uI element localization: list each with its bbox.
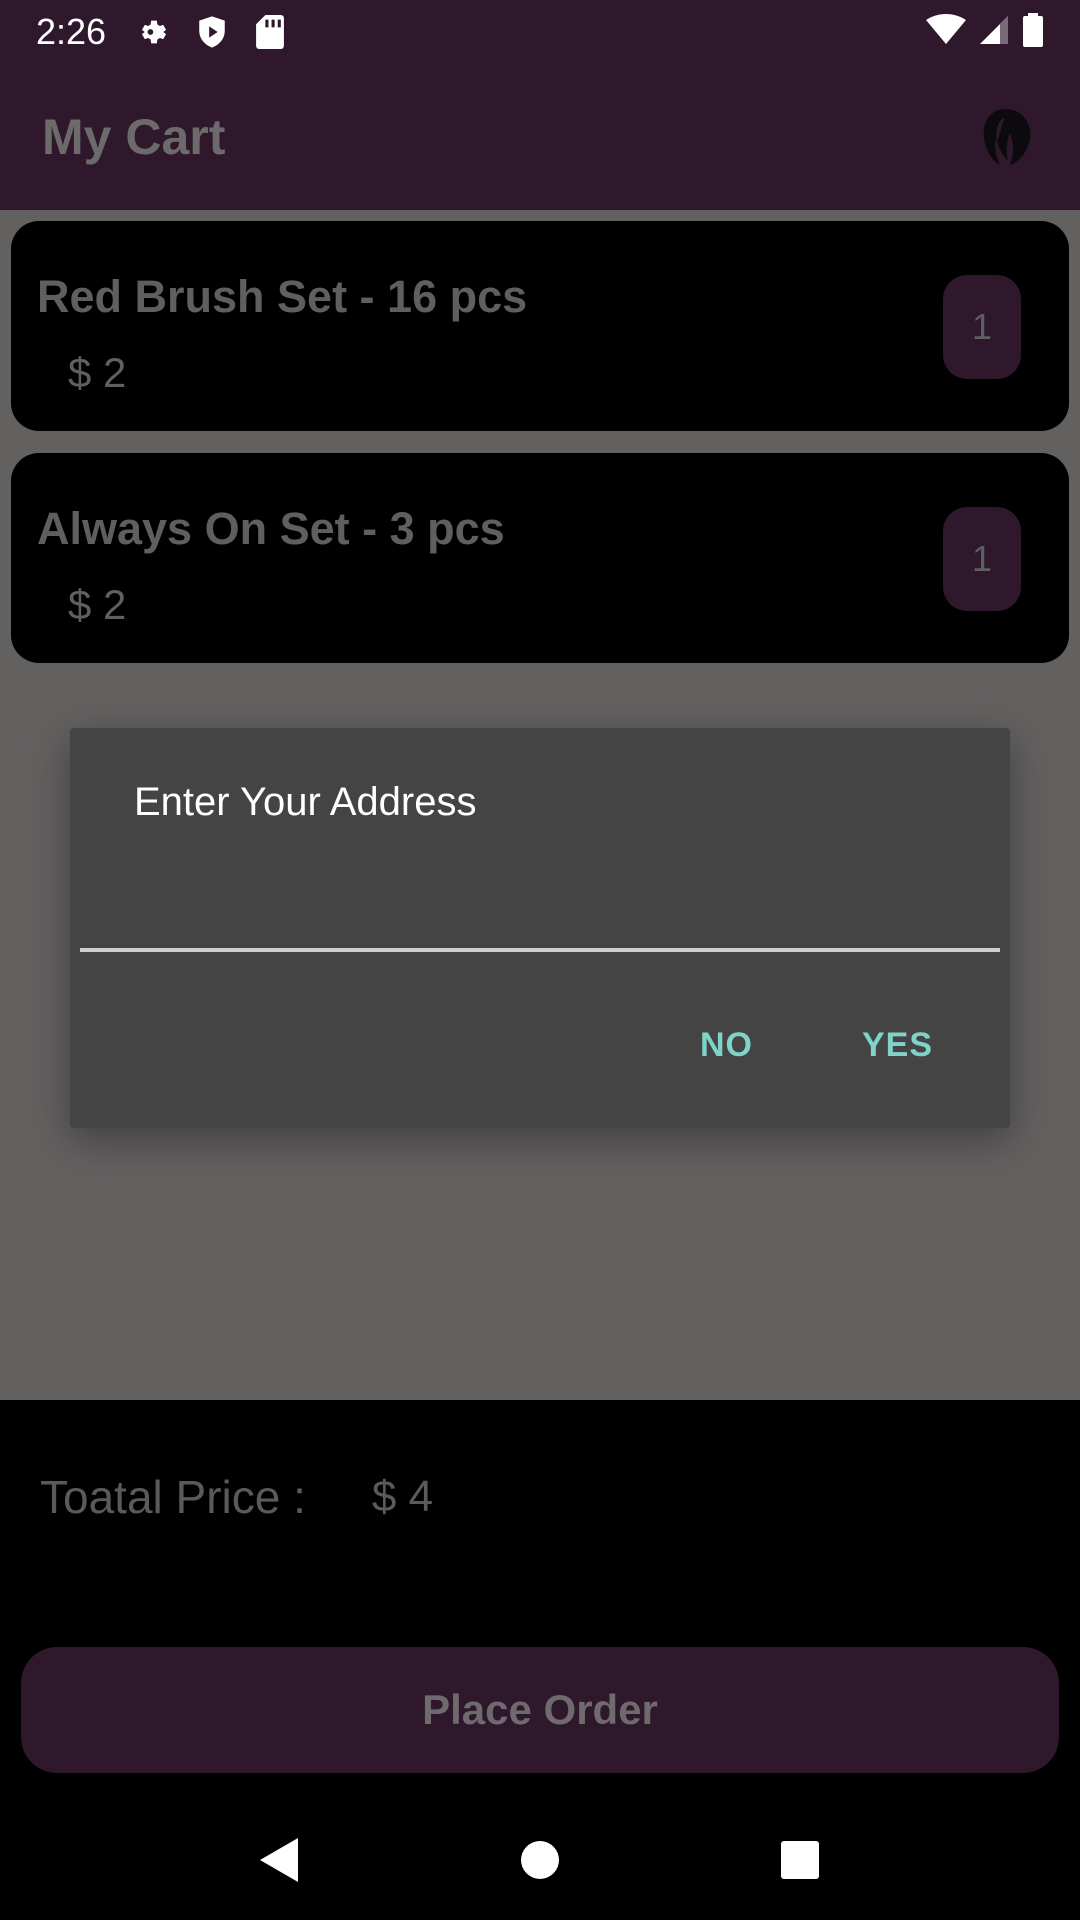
battery-icon (1022, 12, 1044, 52)
quantity-badge[interactable]: 1 (943, 275, 1021, 379)
navigation-bar (0, 1800, 1080, 1920)
item-name: Always On Set - 3 pcs (37, 503, 505, 554)
page-title: My Cart (42, 109, 226, 165)
total-price-row: Toatal Price : $ 4 (40, 1470, 433, 1524)
cart-item[interactable]: Always On Set - 3 pcs $ 2 1 (11, 453, 1069, 663)
yes-button[interactable]: YES (862, 1026, 933, 1065)
address-dialog: Enter Your Address NO YES (70, 728, 1010, 1128)
shield-icon (194, 14, 230, 50)
total-label: Toatal Price : (40, 1471, 306, 1523)
sd-card-icon (252, 14, 288, 50)
quantity-badge[interactable]: 1 (943, 507, 1021, 611)
home-icon[interactable] (510, 1830, 570, 1890)
app-bar: My Cart (0, 64, 1080, 210)
gear-icon (136, 14, 172, 50)
status-time: 2:26 (36, 11, 107, 52)
signal-icon (978, 14, 1010, 51)
cart-item[interactable]: Red Brush Set - 16 pcs $ 2 1 (11, 221, 1069, 431)
back-icon[interactable] (250, 1830, 310, 1890)
status-bar: 2:26 (0, 0, 1080, 64)
no-button[interactable]: NO (700, 1026, 753, 1065)
item-price: $ 2 (68, 349, 127, 396)
recents-icon[interactable] (770, 1830, 830, 1890)
dialog-title: Enter Your Address (134, 780, 477, 824)
item-name: Red Brush Set - 16 pcs (37, 271, 528, 322)
place-order-button[interactable]: Place Order (21, 1647, 1059, 1773)
wifi-icon (926, 13, 966, 51)
item-price: $ 2 (68, 581, 127, 628)
address-input[interactable] (80, 948, 1000, 952)
total-value: $ 4 (371, 1472, 434, 1521)
hair-silhouette-icon (974, 105, 1038, 169)
